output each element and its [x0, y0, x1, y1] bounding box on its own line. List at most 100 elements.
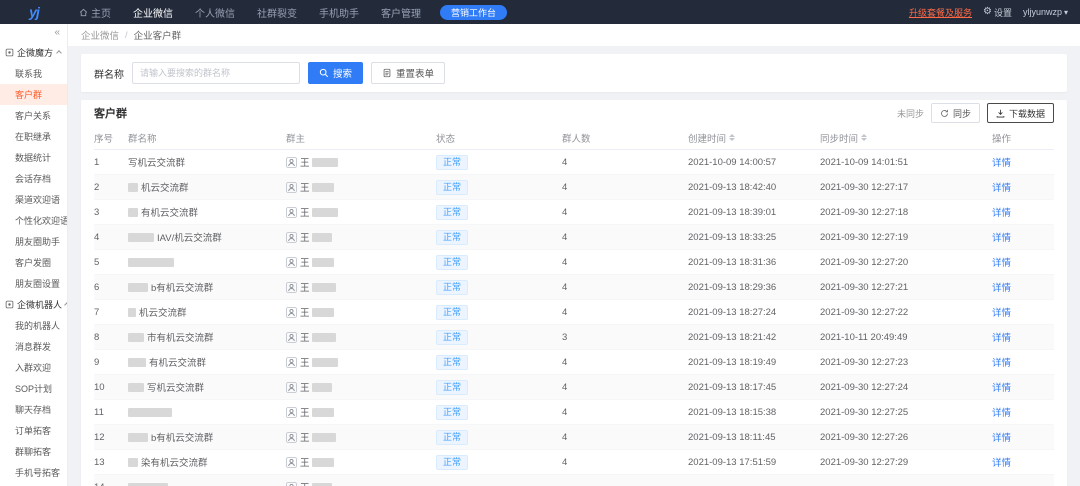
sidebar-item[interactable]: 客户关系	[0, 105, 67, 126]
member-count: 4	[562, 232, 688, 243]
group-name-input[interactable]	[132, 62, 300, 84]
action-cell: 详情	[992, 180, 1054, 194]
sort-icon[interactable]	[861, 134, 867, 141]
group-owner-cell: 王	[286, 430, 436, 444]
sidebar-item[interactable]: 聊天存档	[0, 399, 67, 420]
breadcrumb-parent[interactable]: 企业微信	[81, 28, 119, 42]
group-owner-cell: 王	[286, 280, 436, 294]
table-row: 1 写机云交流群 王 正常 4 2021-10-09 14:00:57 2021…	[94, 150, 1054, 175]
group-name: 写机云交流群	[147, 380, 204, 394]
nav-item[interactable]: 个人微信	[184, 0, 246, 24]
sidebar-item[interactable]: 个性化欢迎语	[0, 210, 67, 231]
sidebar-collapse-button[interactable]: «	[0, 24, 67, 42]
brand-mark: yj	[29, 4, 39, 20]
detail-link[interactable]: 详情	[992, 405, 1011, 419]
detail-link[interactable]: 详情	[992, 355, 1011, 369]
detail-link[interactable]: 详情	[992, 230, 1011, 244]
group-owner-cell: 王	[286, 155, 436, 169]
reset-form-button[interactable]: 重置表单	[371, 62, 445, 84]
main-content: 企业微信 / 企业客户群 群名称 搜索 重置表单 客户群 未同步	[68, 24, 1080, 486]
action-cell: 详情	[992, 305, 1054, 319]
redacted-text	[312, 208, 338, 217]
sidebar-item[interactable]: 订单拓客	[0, 420, 67, 441]
detail-link[interactable]: 详情	[992, 330, 1011, 344]
sidebar-item[interactable]: 我的机器人	[0, 315, 67, 336]
row-index: 4	[94, 232, 128, 243]
table-header: 序号 群名称 群主 状态 群人数 创建时间 同步时间 操作	[94, 126, 1054, 150]
sidebar-item[interactable]: 群聊拓客	[0, 441, 67, 462]
synced-time: 2021-09-30 12:27:21	[820, 282, 992, 293]
detail-link[interactable]: 详情	[992, 455, 1011, 469]
created-time: 2021-09-13 18:39:01	[688, 207, 820, 218]
col-index: 序号	[94, 131, 128, 145]
group-name: 机云交流群	[141, 180, 189, 194]
sidebar-section-label: 企微机器人	[17, 298, 62, 311]
sidebar-item[interactable]: 消息群发	[0, 336, 67, 357]
topbar: yj 主页 企业微信 个人微信 社群裂变 手机助手 客户管理 营销工作台 升级套…	[0, 0, 1080, 24]
nav-item[interactable]: 手机助手	[308, 0, 370, 24]
sidebar-item[interactable]: 入群欢迎	[0, 357, 67, 378]
settings-button[interactable]: ⚙ 设置	[983, 6, 1012, 19]
sidebar-item[interactable]: 在职继承	[0, 126, 67, 147]
home-icon	[79, 8, 88, 17]
upgrade-link[interactable]: 升级套餐及服务	[909, 6, 972, 19]
redacted-text	[128, 308, 136, 317]
sync-button[interactable]: 同步	[931, 103, 980, 123]
redacted-text	[128, 208, 138, 217]
sort-icon[interactable]	[729, 134, 735, 141]
detail-link[interactable]: 详情	[992, 205, 1011, 219]
nav-item-label: 手机助手	[319, 5, 359, 20]
created-time: 2021-09-13 18:42:40	[688, 182, 820, 193]
sidebar-section[interactable]: 企微魔方	[0, 42, 67, 63]
redacted-text	[312, 408, 334, 417]
sidebar-section[interactable]: 企微机器人	[0, 294, 67, 315]
group-name: b有机云交流群	[151, 430, 213, 444]
sidebar-item[interactable]: 朋友圈助手	[0, 231, 67, 252]
status-cell: 正常	[436, 205, 562, 220]
detail-link[interactable]: 详情	[992, 280, 1011, 294]
owner-name: 王	[300, 155, 310, 169]
detail-link[interactable]: 详情	[992, 430, 1011, 444]
download-data-button[interactable]: 下载数据	[987, 103, 1054, 123]
col-status: 状态	[436, 131, 562, 145]
detail-link[interactable]: 详情	[992, 155, 1011, 169]
user-menu[interactable]: yljyunwzp ▾	[1023, 7, 1068, 17]
redacted-text	[312, 333, 336, 342]
sidebar-item[interactable]: 数据统计	[0, 147, 67, 168]
redacted-text	[128, 433, 148, 442]
group-name-cell: 写机云交流群	[128, 380, 286, 394]
owner-name: 王	[300, 255, 310, 269]
col-created-time[interactable]: 创建时间	[688, 131, 820, 145]
nav-item[interactable]: 企业微信	[122, 0, 184, 24]
group-name-cell: 有机云交流群	[128, 205, 286, 219]
sidebar-item[interactable]: 会话存档	[0, 168, 67, 189]
member-count: 4	[562, 282, 688, 293]
workbench-button[interactable]: 营销工作台	[440, 5, 507, 20]
synced-time: 2021-09-30 12:27:22	[820, 307, 992, 318]
nav-item[interactable]: 客户管理	[370, 0, 432, 24]
sidebar-section-label: 企微魔方	[17, 46, 53, 59]
sidebar-item[interactable]: 联系我	[0, 63, 67, 84]
search-button[interactable]: 搜索	[308, 62, 363, 84]
nav-item[interactable]: 社群裂变	[246, 0, 308, 24]
status-badge: 正常	[436, 355, 468, 370]
action-cell: 详情	[992, 455, 1054, 469]
detail-link[interactable]: 详情	[992, 180, 1011, 194]
sidebar-item[interactable]: 客户发圈	[0, 252, 67, 273]
brand-logo[interactable]: yj	[0, 4, 68, 20]
sidebar-item[interactable]: 渠道欢迎语	[0, 189, 67, 210]
sidebar-item[interactable]: 手机号拓客	[0, 462, 67, 483]
col-sync-time[interactable]: 同步时间	[820, 131, 992, 145]
detail-link[interactable]: 详情	[992, 305, 1011, 319]
group-name-cell: 写机云交流群	[128, 155, 286, 169]
username: yljyunwzp	[1023, 7, 1062, 17]
sidebar-item[interactable]: 朋友圈设置	[0, 273, 67, 294]
detail-link[interactable]: 详情	[992, 380, 1011, 394]
col-owner: 群主	[286, 131, 436, 145]
sidebar-item[interactable]: 客户群	[0, 84, 67, 105]
nav-item[interactable]: 主页	[68, 0, 122, 24]
sidebar-item[interactable]: SOP计划	[0, 378, 67, 399]
group-name-cell: 染有机云交流群	[128, 455, 286, 469]
table-body: 1 写机云交流群 王 正常 4 2021-10-09 14:00:57 2021…	[94, 150, 1054, 486]
detail-link[interactable]: 详情	[992, 255, 1011, 269]
